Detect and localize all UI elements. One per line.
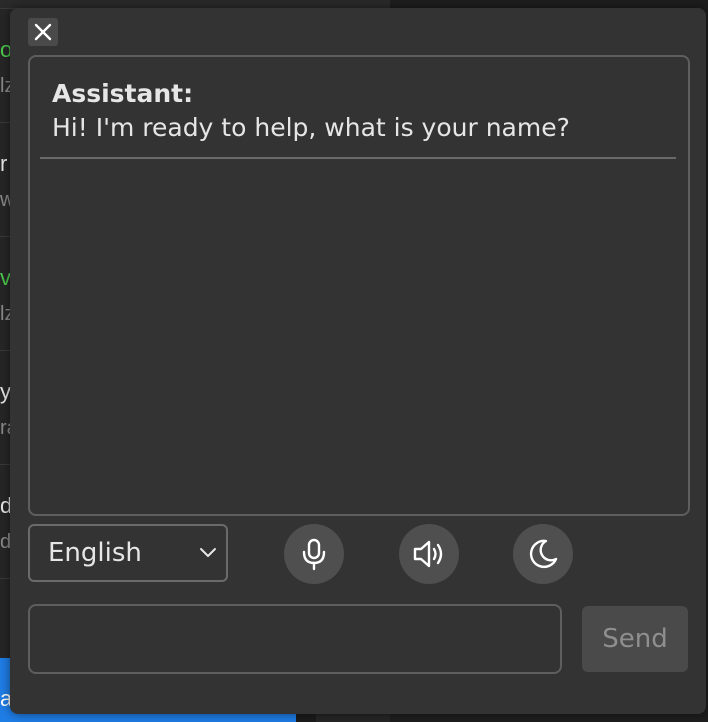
screen: o lz r w v lz yl ra d d a Assistant: Hi!… (0, 0, 708, 722)
speaker-icon (413, 540, 443, 568)
message-text: Hi! I'm ready to help, what is your name… (52, 113, 570, 142)
theme-toggle-button[interactable] (513, 524, 573, 584)
language-select[interactable]: English (28, 524, 228, 582)
chevron-down-icon (200, 548, 216, 557)
message-input[interactable] (28, 604, 562, 674)
microphone-button[interactable] (284, 524, 344, 584)
close-icon (34, 23, 52, 41)
microphone-icon (302, 538, 326, 571)
chat-message: Assistant: Hi! I'm ready to help, what i… (40, 77, 676, 159)
chat-dialog: Assistant: Hi! I'm ready to help, what i… (10, 8, 706, 714)
chat-history[interactable]: Assistant: Hi! I'm ready to help, what i… (28, 55, 690, 516)
speaker-button[interactable] (399, 524, 459, 584)
language-selected-value: English (48, 538, 142, 568)
send-button[interactable]: Send (582, 606, 688, 672)
moon-icon (529, 539, 558, 569)
close-button[interactable] (28, 18, 58, 46)
background-item-title: r (0, 151, 8, 176)
message-sender: Assistant: (52, 79, 194, 108)
